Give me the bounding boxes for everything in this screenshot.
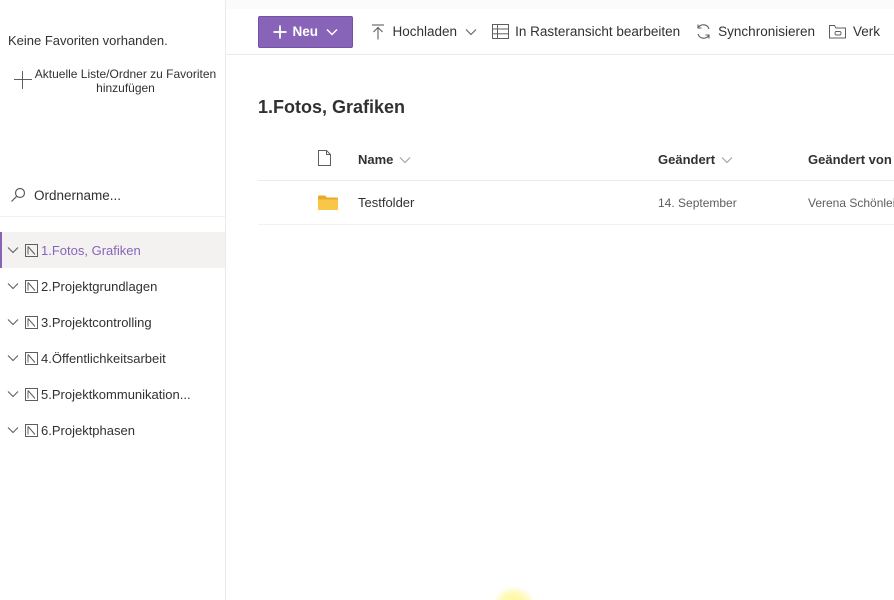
more-command-label: Verk [852,24,880,39]
column-header-name[interactable]: Name [358,139,411,180]
library-icon [24,387,38,401]
grid-edit-button[interactable]: In Rasteransicht bearbeiten [491,16,680,48]
search-icon [8,185,28,205]
tree-item-label: 2.Projektgrundlagen [41,278,158,294]
tree-item-projektcontrolling[interactable]: 3.Projektcontrolling [0,304,225,340]
folder-link-icon [829,23,847,41]
tree-item-label: 4.Öffentlichkeitsarbeit [41,350,166,366]
row-modified-by[interactable]: Verena Schönlei [808,181,894,224]
tree-item-label: 5.Projektkommunikation... [41,386,191,402]
upload-icon [369,23,387,41]
tree-item-projektkommunikation[interactable]: 5.Projektkommunikation... [0,376,225,412]
column-header-name-label: Name [358,152,394,167]
file-type-header[interactable] [318,139,331,180]
tree-item-projektgrundlagen[interactable]: 2.Projektgrundlagen [0,268,225,304]
sidebar-divider [0,216,225,217]
document-icon [318,150,331,169]
column-header-modified-by-label: Geändert von [808,152,892,167]
row-modified: 14. September [658,195,737,210]
document-list: Name Geändert Geändert von Testfolder 14… [258,139,894,225]
upload-button[interactable]: Hochladen [369,16,478,48]
folder-icon [318,181,338,224]
sync-label: Synchronisieren [718,24,815,39]
grid-edit-label: In Rasteransicht bearbeiten [515,24,681,39]
cursor-highlight [492,586,536,600]
chevron-down-icon [399,156,411,164]
column-header-modified-label: Geändert [658,152,716,167]
library-icon [24,423,38,437]
chevron-down-icon [721,156,733,164]
plus-icon [12,69,34,91]
more-command-button[interactable]: Verk [829,16,880,48]
upload-label: Hochladen [392,24,458,39]
library-icon [24,243,38,257]
add-favorite-label: Aktuelle Liste/Ordner zu Favoriten hinzu… [34,67,217,95]
list-header: Name Geändert Geändert von [258,139,894,181]
chevron-down-icon [326,28,338,36]
new-button-label: Neu [292,24,319,39]
row-name[interactable]: Testfolder [358,181,414,224]
tree-item-fotos-grafiken[interactable]: 1.Fotos, Grafiken [0,232,225,268]
no-favorites-text: Keine Favoriten vorhanden. [8,33,168,48]
new-button[interactable]: Neu [258,15,353,48]
grid-icon [491,23,509,41]
table-row[interactable]: Testfolder 14. September Verena Schönlei [258,181,894,225]
tree-item-oeffentlichkeitsarbeit[interactable]: 4.Öffentlichkeitsarbeit [0,340,225,376]
page-title: 1.Fotos, Grafiken [258,97,406,117]
chevron-down-icon[interactable] [465,28,477,36]
chevron-down-icon[interactable] [6,387,20,401]
tree-item-label: 3.Projektcontrolling [41,314,152,330]
column-header-modified[interactable]: Geändert [658,139,733,180]
folder-search[interactable] [8,181,218,209]
folder-tree: 1.Fotos, Grafiken 2.Projektgrundlagen 3.… [0,232,225,448]
column-header-modified-by[interactable]: Geändert von [808,139,892,180]
sync-icon [694,23,712,41]
tree-item-projektphasen[interactable]: 6.Projektphasen [0,412,225,448]
chevron-down-icon[interactable] [6,423,20,437]
add-favorite-button[interactable]: Aktuelle Liste/Ordner zu Favoriten hinzu… [12,66,217,100]
library-icon [24,279,38,293]
tree-item-label: 6.Projektphasen [41,422,135,438]
library-icon [24,315,38,329]
chevron-down-icon[interactable] [6,279,20,293]
sync-button[interactable]: Synchronisieren [694,16,815,48]
library-icon [24,351,38,365]
chevron-down-icon[interactable] [6,351,20,365]
plus-icon [273,25,287,39]
chevron-down-icon[interactable] [6,243,20,257]
folder-search-input[interactable] [34,187,204,203]
tree-item-label: 1.Fotos, Grafiken [41,242,141,258]
sidebar: Keine Favoriten vorhanden. Aktuelle List… [0,0,226,600]
chevron-down-icon[interactable] [6,315,20,329]
command-bar: Neu Hochladen In Rasteransicht bearbeite… [226,9,894,55]
